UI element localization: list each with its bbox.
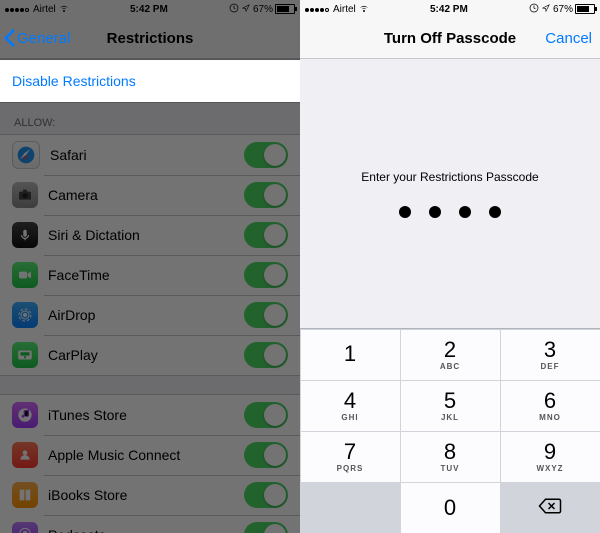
row-label: iTunes Store [48,407,244,423]
toggle-switch[interactable] [244,302,288,328]
settings-row-music[interactable]: Apple Music Connect [0,435,300,475]
clock-label: 5:42 PM [430,4,468,15]
location-icon [242,4,250,15]
toggle-switch[interactable] [244,342,288,368]
settings-row-camera[interactable]: Camera [0,175,300,215]
toggle-switch[interactable] [244,522,288,533]
battery-pct-label: 67% [553,4,573,15]
keypad-key-6[interactable]: 6MNO [501,381,600,431]
keypad-delete-button[interactable] [501,483,600,533]
cancel-button[interactable]: Cancel [545,30,592,47]
signal-dots-icon [305,4,330,15]
row-label: FaceTime [48,267,244,283]
toggle-switch[interactable] [244,182,288,208]
nav-bar: Turn Off Passcode Cancel [300,18,600,59]
airdrop-icon [12,302,38,328]
battery-indicator: 67% [253,4,295,15]
settings-row-itunes[interactable]: iTunes Store [0,395,300,435]
row-label: Podcasts [48,527,244,533]
toggle-switch[interactable] [244,262,288,288]
nav-bar: General Restrictions [0,18,300,59]
status-bar: Airtel 5:42 PM 67% [0,0,300,18]
settings-row-podcasts[interactable]: Podcasts [0,515,300,533]
settings-row-facetime[interactable]: FaceTime [0,255,300,295]
passcode-dots [399,206,501,218]
clock-label: 5:42 PM [130,4,168,15]
row-label: AirDrop [48,307,244,323]
siri-icon [12,222,38,248]
toggle-switch[interactable] [244,222,288,248]
camera-icon [12,182,38,208]
toggle-switch[interactable] [244,402,288,428]
facetime-icon [12,262,38,288]
carrier-label: Airtel [33,4,56,15]
apple-music-icon [12,442,38,468]
keypad-key-9[interactable]: 9WXYZ [501,432,600,482]
row-label: iBooks Store [48,487,244,503]
passcode-dot-icon [429,206,441,218]
back-label: General [17,30,70,47]
carplay-icon [12,342,38,368]
toggle-switch[interactable] [244,482,288,508]
rotation-lock-icon [529,3,539,16]
podcasts-icon [12,522,38,533]
wifi-icon [59,5,69,13]
row-label: Siri & Dictation [48,227,244,243]
keypad-key-4[interactable]: 4GHI [301,381,400,431]
itunes-icon [12,402,38,428]
passcode-dot-icon [459,206,471,218]
passcode-prompt: Enter your Restrictions Passcode [361,170,538,184]
wifi-icon [359,5,369,13]
status-bar: Airtel 5:42 PM 67% [300,0,600,18]
passcode-area: Enter your Restrictions Passcode [300,59,600,328]
settings-row-safari[interactable]: Safari [0,135,300,175]
location-icon [542,4,550,15]
keypad-key-5[interactable]: 5JKL [401,381,500,431]
keypad-blank [301,483,400,533]
backspace-icon [538,497,562,518]
rotation-lock-icon [229,3,239,16]
row-label: Camera [48,187,244,203]
keypad-key-1[interactable]: 1 [301,330,400,380]
toggle-switch[interactable] [244,142,288,168]
carrier-label: Airtel [333,4,356,15]
keypad-key-7[interactable]: 7PQRS [301,432,400,482]
settings-row-carplay[interactable]: CarPlay [0,335,300,375]
disable-restrictions-row[interactable]: Disable Restrictions [0,60,300,102]
ibooks-icon [12,482,38,508]
keypad-key-3[interactable]: 3DEF [501,330,600,380]
settings-row-siri[interactable]: Siri & Dictation [0,215,300,255]
keypad-key-2[interactable]: 2ABC [401,330,500,380]
disable-restrictions-label: Disable Restrictions [12,73,288,89]
row-label: CarPlay [48,347,244,363]
toggle-switch[interactable] [244,442,288,468]
row-label: Safari [50,147,244,163]
settings-row-ibooks[interactable]: iBooks Store [0,475,300,515]
row-label: Apple Music Connect [48,447,244,463]
settings-row-airdrop[interactable]: AirDrop [0,295,300,335]
safari-icon [12,141,40,169]
passcode-dot-icon [399,206,411,218]
keypad-key-0[interactable]: 0 [401,483,500,533]
battery-indicator: 67% [553,4,595,15]
signal-dots-icon [5,4,30,15]
passcode-dot-icon [489,206,501,218]
section-header-allow: ALLOW: [0,103,300,134]
battery-pct-label: 67% [253,4,273,15]
numeric-keypad: 1 2ABC 3DEF 4GHI 5JKL 6MNO 7PQRS 8TUV 9W… [300,328,600,533]
back-button[interactable]: General [0,29,70,47]
keypad-key-8[interactable]: 8TUV [401,432,500,482]
